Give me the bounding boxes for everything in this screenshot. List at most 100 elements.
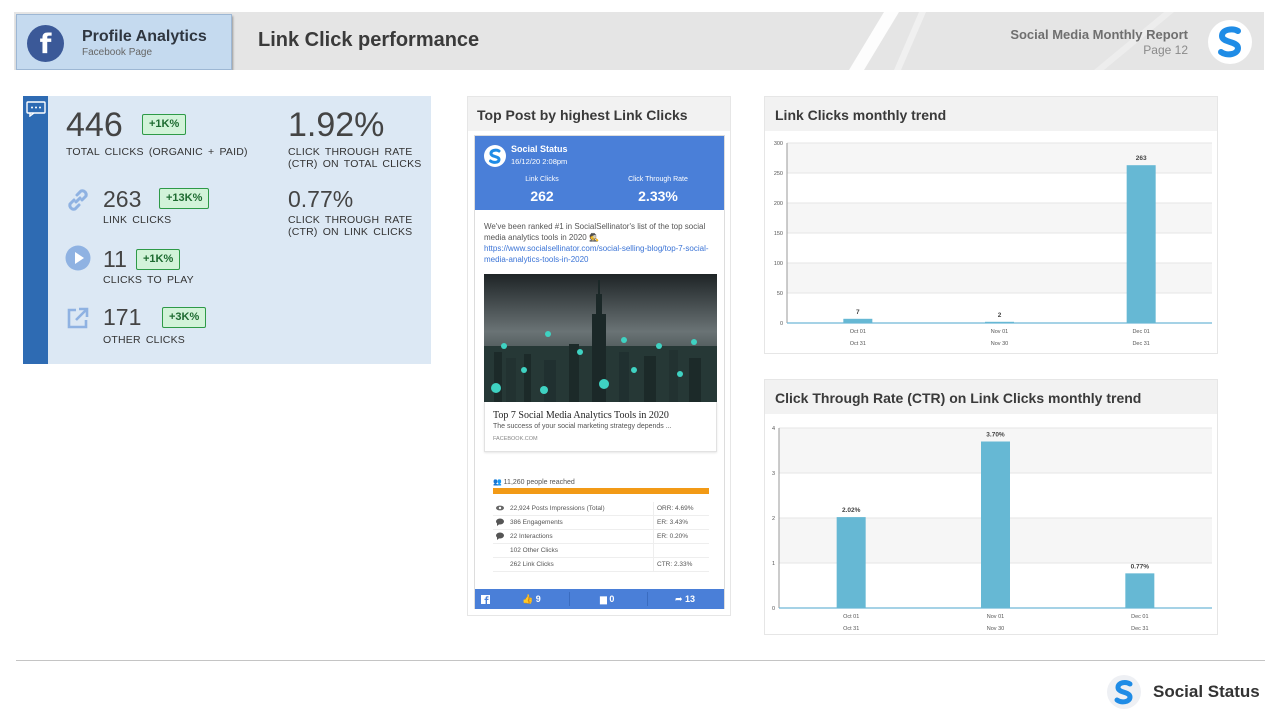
profile-box: f Profile Analytics Facebook Page <box>16 14 232 70</box>
y-tick-label: 2 <box>772 516 775 522</box>
y-tick-label: 100 <box>774 261 783 267</box>
shares-count: 13 <box>685 594 696 604</box>
y-tick-label: 150 <box>774 231 783 237</box>
link-icon <box>68 189 88 211</box>
eye-icon <box>496 504 504 512</box>
post-image[interactable] <box>484 274 717 402</box>
metric-row: 22,924 Posts Impressions (Total) ORR: 4.6… <box>493 502 709 516</box>
x-tick-label: Nov 30 <box>991 341 1008 347</box>
share-icon: ➦ <box>675 594 686 604</box>
bar <box>836 517 866 608</box>
x-tick-label: Oct 31 <box>850 341 866 347</box>
ctr-trend-card: Click Through Rate (CTR) on Link Clicks … <box>764 379 1218 635</box>
link-clicks-trend-card: Link Clicks monthly trend 0 50 100 150 200 25… <box>764 96 1218 354</box>
metric-row: 22 Interactions ER: 0.20% <box>493 530 709 544</box>
comment-icon <box>496 532 504 540</box>
bar <box>981 441 1010 608</box>
x-tick-label: Nov 01 <box>991 329 1008 335</box>
data-label: 2 <box>998 312 1002 319</box>
facebook-small-icon <box>481 589 490 609</box>
link-clicks-label: LINK CLICKS <box>103 214 172 226</box>
x-tick-label: Dec 01 <box>1131 614 1148 620</box>
post-text: We've been ranked #1 in SocialSellinator… <box>484 222 706 242</box>
clicks-to-play-badge: +1K% <box>136 249 181 270</box>
play-icon <box>65 245 91 271</box>
metric-row: 386 Engagements ER: 3.43% <box>493 516 709 530</box>
metric-row: 262 Link Clicks CTR: 2.33% <box>493 558 709 572</box>
ctr-total-label-line2: (CTR) ON TOTAL CLICKS <box>288 158 422 170</box>
post-link-title: Top 7 Social Media Analytics Tools in 20… <box>493 410 669 421</box>
link-clicks-bar-chart: 0 50 100 150 200 250 300 7 Oct 01 Oct 31 2 Nov 01 No… <box>774 141 1212 347</box>
y-tick-label: 0 <box>780 321 783 327</box>
post-header: Social Status 16/12/20 2:08pm Link Click… <box>475 136 724 210</box>
post-link-description: The success of your social marketing str… <box>493 423 672 430</box>
comments-count: 0 <box>609 594 615 604</box>
footer-divider <box>16 660 1265 661</box>
thumbs-up-icon: 👍 <box>522 594 536 604</box>
post-date: 16/12/20 2:08pm <box>511 157 568 166</box>
profile-title: Profile Analytics <box>82 28 207 45</box>
clicks-to-play-label: CLICKS TO PLAY <box>103 274 194 286</box>
x-tick-label: Dec 31 <box>1131 626 1148 632</box>
shares[interactable]: ➦ 13 <box>675 589 695 609</box>
link-clicks-trend-header: Link Clicks monthly trend <box>765 97 1217 131</box>
social-status-logo-icon <box>1208 20 1252 64</box>
metric-row: 102 Other Clicks <box>493 544 709 558</box>
likes[interactable]: 👍 9 <box>522 589 541 609</box>
profile-subtitle: Facebook Page <box>82 47 153 58</box>
data-label: 0.77% <box>1131 563 1150 570</box>
metric-value: ER: 0.20% <box>657 533 689 540</box>
post-account-name: Social Status <box>511 144 568 154</box>
top-post-card-header: Top Post by highest Link Clicks <box>468 97 730 131</box>
post-link-preview[interactable]: Top 7 Social Media Analytics Tools in 20… <box>484 402 717 452</box>
x-tick-label: Dec 01 <box>1132 329 1149 335</box>
page-number: Page 12 <box>1143 43 1188 57</box>
comment-icon: ▆ <box>600 594 610 604</box>
x-tick-label: Nov 01 <box>987 614 1004 620</box>
y-tick-label: 1 <box>772 561 775 567</box>
reach-bar <box>493 488 709 494</box>
bar <box>1126 165 1156 323</box>
footer-logo-icon <box>1107 675 1141 709</box>
post-footer: 👍 9 ▆ 0 ➦ 13 <box>475 589 724 609</box>
comment-icon <box>496 518 504 526</box>
x-tick-label: Dec 31 <box>1132 341 1149 347</box>
facebook-icon: f <box>27 25 64 62</box>
link-clicks-value: 263 <box>103 186 142 212</box>
comments[interactable]: ▆ 0 <box>600 589 614 609</box>
y-tick-label: 3 <box>772 471 775 477</box>
kpi-panel: 446 +1K% TOTAL CLICKS (ORGANIC + PAID) 1… <box>23 96 431 364</box>
y-tick-label: 50 <box>777 291 783 297</box>
ctr-link-value: 0.77% <box>288 186 354 212</box>
ctr-bar-chart: 0 1 2 3 4 2.02% Oct 01 Oct 31 3.70% Nov 01 Nov 30 0… <box>772 426 1212 632</box>
bar <box>985 321 1014 323</box>
post-link[interactable]: https://www.socialsellinator.com/social-… <box>484 243 720 265</box>
top-post-card-title: Top Post by highest Link Clicks <box>477 107 688 123</box>
report-title: Social Media Monthly Report <box>1010 27 1188 42</box>
y-tick-label: 300 <box>774 141 783 147</box>
metric-label: 22,924 Posts Impressions (Total) <box>510 505 605 512</box>
post-link-source: FACEBOOK.COM <box>493 436 538 442</box>
bar <box>1125 573 1155 608</box>
page-title: Link Click performance <box>258 29 480 51</box>
x-tick-label: Oct 01 <box>850 329 866 335</box>
external-link-icon <box>67 307 89 329</box>
metric-label: 102 Other Clicks <box>510 547 559 554</box>
reach-bar-fill <box>493 488 709 494</box>
top-post-preview[interactable]: Social Status 16/12/20 2:08pm Link Click… <box>474 135 725 609</box>
total-clicks-badge: +1K% <box>142 114 187 135</box>
footer-brand: Social Status <box>1153 682 1260 701</box>
x-tick-label: Oct 31 <box>843 626 859 632</box>
link-clicks-badge: +13K% <box>159 188 210 209</box>
bar <box>843 318 873 323</box>
clicks-to-play-value: 11 <box>103 246 127 272</box>
total-clicks-value: 446 <box>66 106 123 144</box>
metric-value: CTR: 2.33% <box>657 561 693 568</box>
people-icon: 👥 <box>493 479 504 486</box>
ctr-link-label-line2: (CTR) ON LINK CLICKS <box>288 226 413 238</box>
y-tick-label: 250 <box>774 171 783 177</box>
metric-label: 22 Interactions <box>510 533 553 540</box>
data-label: 2.02% <box>842 507 861 514</box>
ctr-trend-header: Click Through Rate (CTR) on Link Clicks … <box>765 380 1217 414</box>
other-clicks-value: 171 <box>103 304 142 330</box>
